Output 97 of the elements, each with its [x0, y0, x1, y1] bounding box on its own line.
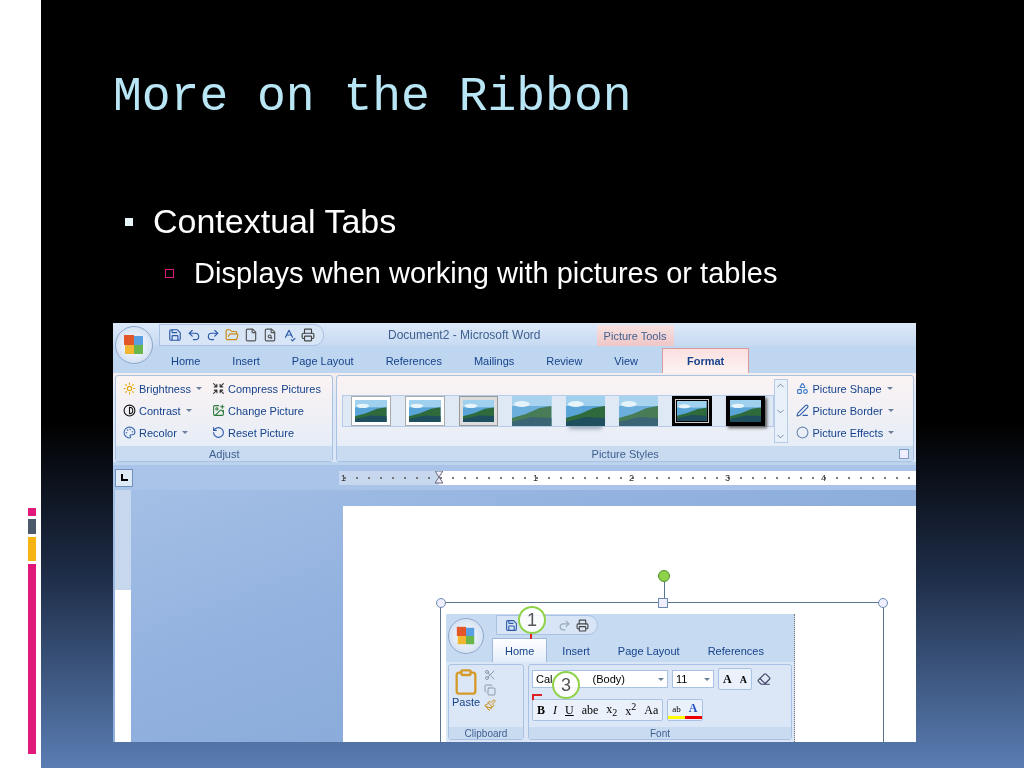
decor-bar — [28, 519, 36, 534]
pen-icon — [796, 404, 810, 417]
ribbon-command[interactable]: Change Picture — [210, 401, 323, 420]
format-button: x$_{2}$ — [602, 701, 622, 719]
picture-style-option[interactable] — [725, 396, 766, 426]
group-label: Font — [650, 727, 670, 739]
ribbon-tab: Page Layout — [604, 638, 693, 662]
contrast-icon — [123, 404, 136, 417]
font-size-field: 11 — [672, 670, 714, 688]
circle-icon — [796, 426, 810, 439]
ribbon-tab[interactable]: Format — [662, 348, 750, 373]
caret-icon — [185, 409, 192, 412]
decor-bar — [28, 537, 36, 561]
printer-icon[interactable] — [576, 618, 589, 632]
eraser-icon — [755, 671, 772, 687]
font-name-text: Cal — [536, 673, 553, 685]
group-label: Adjust — [208, 447, 240, 460]
caret-icon — [887, 409, 894, 412]
ribbon-tab[interactable]: Mailings — [459, 348, 529, 373]
ribbon-command[interactable]: Contrast — [121, 401, 204, 420]
ribbon-tab[interactable]: Insert — [218, 348, 274, 373]
brush-icon — [483, 698, 498, 712]
group-label: Clipboard — [464, 727, 508, 739]
picture-style-option[interactable] — [458, 396, 499, 426]
ribbon-command[interactable]: Picture Shape — [794, 379, 897, 398]
ribbon-command[interactable]: Recolor — [121, 423, 204, 442]
ribbon-tab: Insert — [549, 638, 603, 662]
ribbon-command[interactable]: Brightness — [121, 379, 204, 398]
ribbon-tab: Home — [492, 638, 548, 662]
highlight-button: ab — [668, 701, 685, 719]
image-icon — [212, 404, 225, 417]
font-name-text: (Body) — [592, 673, 625, 685]
window-title: Document2 - Microsoft Word — [388, 327, 541, 342]
sub-bullet-text: Displays when working with pictures or tables — [194, 257, 778, 290]
printer-icon[interactable] — [301, 328, 315, 342]
spellcheck-icon[interactable] — [282, 328, 296, 342]
ruler-number: 3 — [723, 472, 732, 483]
shapes-icon — [796, 382, 810, 395]
ribbon-command[interactable]: Picture Effects — [794, 423, 897, 442]
ribbon-command[interactable]: Picture Border — [794, 401, 897, 420]
resize-handle[interactable] — [878, 598, 888, 608]
ribbon-tab[interactable]: View — [600, 348, 652, 373]
ribbon-tab[interactable]: References — [371, 348, 456, 373]
logo-icon — [455, 625, 477, 647]
ruler-number: 1 — [531, 472, 540, 483]
undo-icon[interactable] — [187, 328, 201, 342]
bullet-text: Contextual Tabs — [153, 202, 397, 241]
caret-icon — [888, 431, 895, 434]
ribbon-tab[interactable]: Home — [157, 348, 215, 373]
format-button: B — [533, 701, 549, 719]
picture-style-option[interactable] — [565, 396, 605, 426]
ruler-number: 2 — [627, 472, 636, 483]
sub-bullet-icon — [165, 269, 174, 278]
ruler-number: 4 — [819, 472, 828, 483]
ribbon-tab: References — [694, 638, 777, 662]
ruler-number: 1 — [339, 472, 348, 483]
group-label: Picture Styles — [591, 447, 659, 460]
tab-selector[interactable] — [115, 468, 133, 487]
caret-icon — [886, 387, 893, 390]
sun-icon — [123, 382, 136, 395]
caret-icon — [181, 431, 188, 434]
decor-bar — [28, 508, 36, 516]
compress-icon — [212, 382, 225, 395]
picture-style-option[interactable] — [672, 396, 712, 426]
format-button: x$^{2}$ — [621, 701, 641, 719]
callout-number: 1 — [518, 606, 546, 634]
reset-icon — [212, 426, 225, 439]
slide-title: More on the Ribbon — [113, 70, 633, 124]
save-icon[interactable] — [168, 328, 182, 342]
format-button: Aa — [640, 701, 663, 719]
format-button: I — [549, 701, 561, 719]
font-color-button: A — [684, 701, 702, 719]
redo-icon[interactable] — [206, 328, 220, 342]
picture-style-option[interactable] — [351, 396, 391, 426]
resize-handle[interactable] — [436, 598, 446, 608]
copy-icon — [483, 683, 498, 697]
picture-style-option[interactable] — [405, 396, 445, 426]
save-icon[interactable] — [505, 618, 518, 632]
resize-handle[interactable] — [658, 598, 668, 608]
grow-font-button: A — [719, 670, 736, 688]
ribbon-command[interactable]: Reset Picture — [210, 423, 323, 442]
logo-icon — [122, 333, 146, 357]
paste-button: Paste — [452, 668, 481, 724]
format-button: abe — [577, 701, 603, 719]
contextual-tab-header: Picture Tools — [596, 325, 674, 346]
ribbon-tab[interactable]: Review — [532, 348, 597, 373]
rotation-handle[interactable] — [658, 570, 670, 598]
print-preview-icon[interactable] — [263, 328, 277, 342]
shrink-font-button: A — [735, 670, 751, 688]
format-button: U — [561, 701, 578, 719]
ribbon-command[interactable]: Compress Pictures — [210, 379, 323, 398]
document-icon[interactable] — [244, 328, 258, 342]
caret-icon — [196, 387, 202, 390]
palette-icon — [123, 426, 136, 439]
ribbon-tab[interactable]: Page Layout — [277, 348, 368, 373]
bullet-icon — [125, 217, 133, 226]
tab-stop-icon — [120, 473, 128, 482]
